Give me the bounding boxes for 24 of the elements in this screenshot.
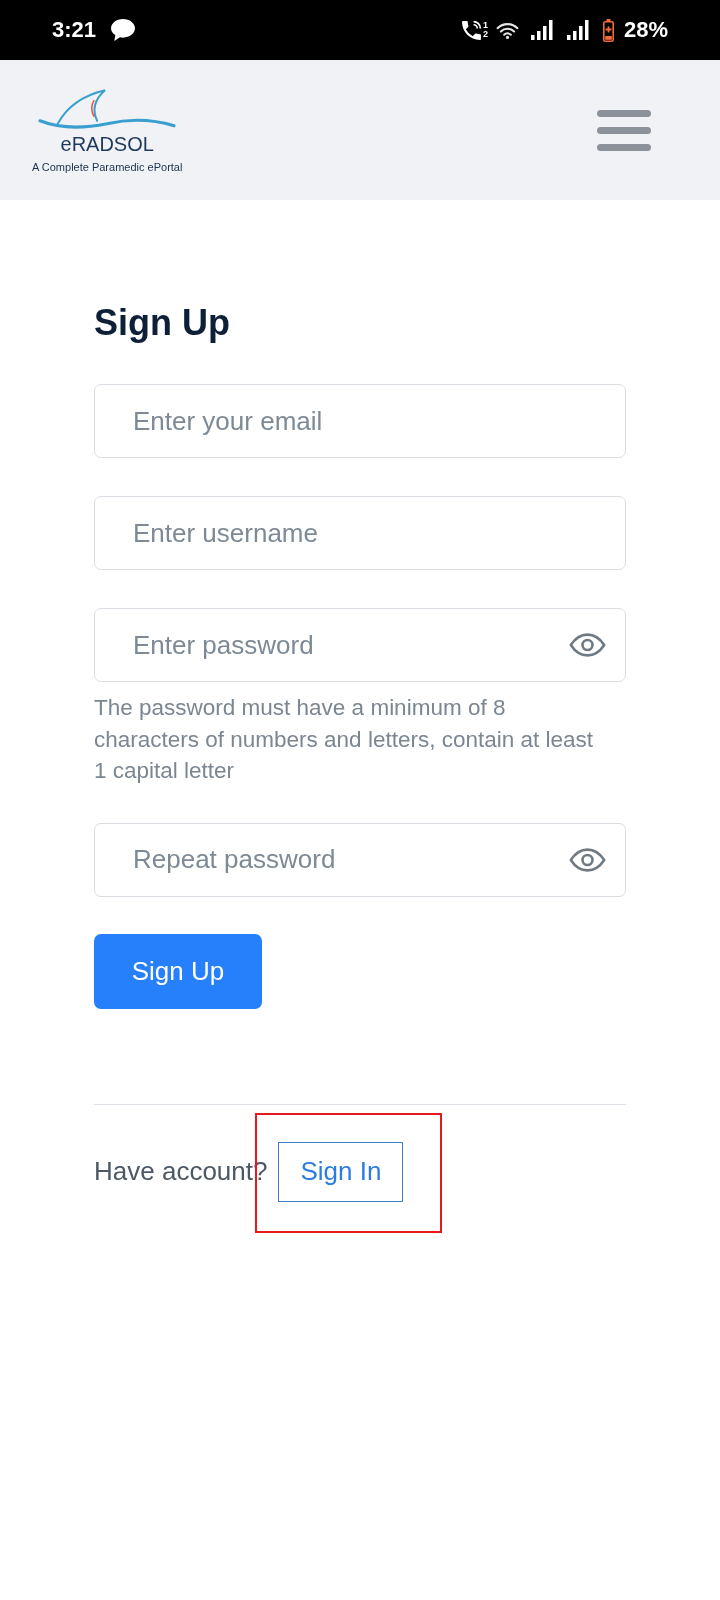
sim-number: 1: [482, 21, 488, 30]
sign-up-button[interactable]: Sign Up: [94, 933, 262, 1009]
logo-name: eRADSOL: [60, 132, 154, 156]
email-field[interactable]: Enter your email: [94, 384, 626, 458]
battery-percent: 28%: [623, 17, 668, 43]
form-title: Sign Up: [94, 301, 230, 345]
password-hint: The password must have a minimum of 8 characters of numbers and letters, contain at least 1 capital letter: [94, 694, 594, 785]
eye-icon[interactable]: [569, 847, 606, 872]
fin-wave-icon: [38, 88, 177, 132]
username-field[interactable]: Enter username: [94, 496, 626, 570]
status-time: 3:21: [52, 17, 97, 43]
phone-call-icon: [461, 20, 482, 40]
signal-icon: [566, 20, 589, 40]
sign-in-link[interactable]: Sign In: [278, 1141, 404, 1202]
password-field[interactable]: Enter password: [94, 608, 626, 682]
eye-icon[interactable]: [569, 633, 606, 657]
menu-icon[interactable]: [597, 109, 651, 151]
wifi-icon: [495, 21, 519, 39]
logo-tagline: A Complete Paramedic ePortal: [32, 160, 183, 174]
password-field[interactable]: Repeat password: [94, 822, 626, 897]
sim-number: 2: [482, 30, 488, 39]
signal-icon: [530, 20, 553, 40]
message-icon: [111, 19, 136, 41]
battery-icon: [602, 18, 614, 42]
